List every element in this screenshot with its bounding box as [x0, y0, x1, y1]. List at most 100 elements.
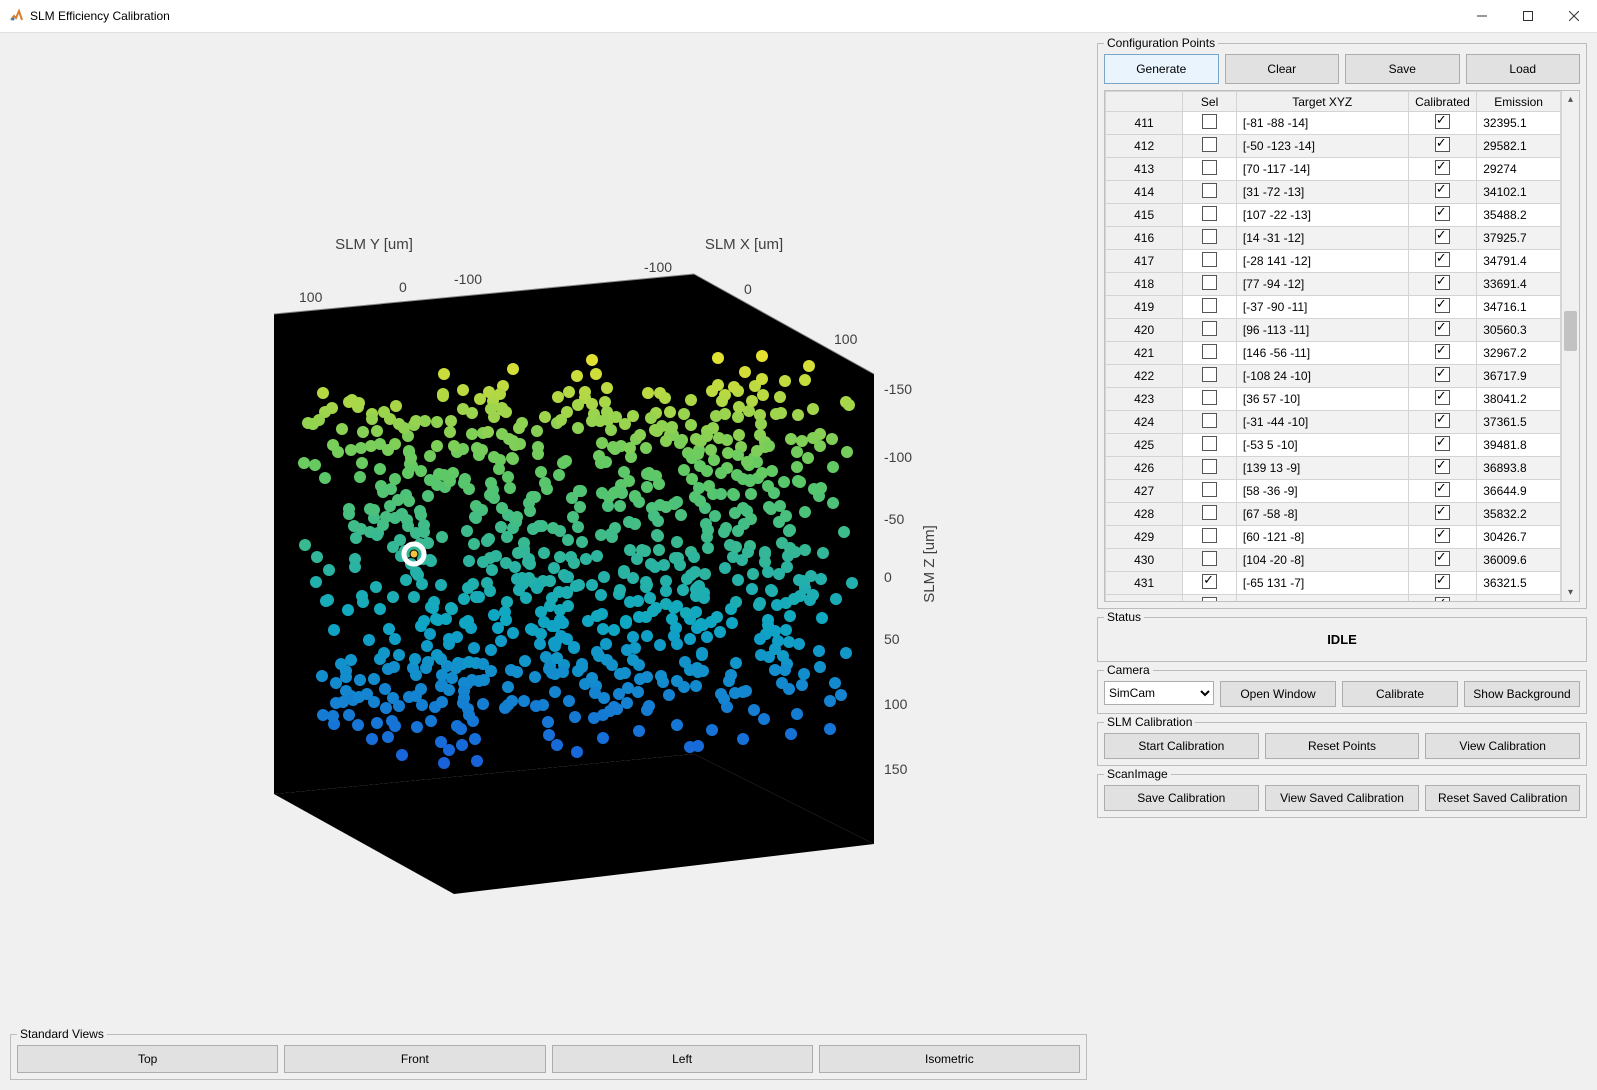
sel-checkbox[interactable]: [1183, 457, 1237, 480]
sel-checkbox[interactable]: [1183, 388, 1237, 411]
table-row[interactable]: 427[58 -36 -9]36644.9: [1106, 480, 1561, 503]
table-row[interactable]: 429[60 -121 -8]30426.7: [1106, 526, 1561, 549]
calibrate-button[interactable]: Calibrate: [1342, 681, 1458, 707]
table-row[interactable]: 415[107 -22 -13]35488.2: [1106, 204, 1561, 227]
target-xyz-cell[interactable]: [77 -94 -12]: [1236, 273, 1408, 296]
calibrated-checkbox[interactable]: [1408, 503, 1477, 526]
sel-checkbox[interactable]: [1183, 204, 1237, 227]
sel-checkbox[interactable]: [1183, 158, 1237, 181]
calibrated-checkbox[interactable]: [1408, 388, 1477, 411]
table-row[interactable]: 425[-53 5 -10]39481.8: [1106, 434, 1561, 457]
target-xyz-cell[interactable]: [14 -31 -12]: [1236, 227, 1408, 250]
generate-button[interactable]: Generate: [1104, 54, 1219, 84]
sel-checkbox[interactable]: [1183, 572, 1237, 595]
reset-saved-calibration-button[interactable]: Reset Saved Calibration: [1425, 785, 1580, 811]
load-button[interactable]: Load: [1466, 54, 1581, 84]
target-xyz-cell[interactable]: [70 -117 -14]: [1236, 158, 1408, 181]
table-row[interactable]: 419[-37 -90 -11]34716.1: [1106, 296, 1561, 319]
table-row[interactable]: 420[96 -113 -11]30560.3: [1106, 319, 1561, 342]
sel-checkbox[interactable]: [1183, 227, 1237, 250]
target-xyz-cell[interactable]: [146 -56 -11]: [1236, 342, 1408, 365]
table-row[interactable]: 426[139 13 -9]36893.8: [1106, 457, 1561, 480]
calibrated-checkbox[interactable]: [1408, 365, 1477, 388]
target-xyz-cell[interactable]: [31 -72 -13]: [1236, 181, 1408, 204]
clear-button[interactable]: Clear: [1225, 54, 1340, 84]
calibrated-checkbox[interactable]: [1408, 319, 1477, 342]
sel-checkbox[interactable]: [1183, 526, 1237, 549]
calibrated-checkbox[interactable]: [1408, 250, 1477, 273]
target-xyz-cell[interactable]: [60 -121 -8]: [1236, 526, 1408, 549]
table-row[interactable]: 414[31 -72 -13]34102.1: [1106, 181, 1561, 204]
sel-checkbox[interactable]: [1183, 273, 1237, 296]
scroll-up-icon[interactable]: ▴: [1562, 91, 1579, 108]
target-xyz-cell[interactable]: [107 -22 -13]: [1236, 204, 1408, 227]
calibrated-checkbox[interactable]: [1408, 480, 1477, 503]
view-front-button[interactable]: Front: [284, 1045, 545, 1073]
calibrated-checkbox[interactable]: [1408, 273, 1477, 296]
calibrated-checkbox[interactable]: [1408, 227, 1477, 250]
show-background-button[interactable]: Show Background: [1464, 681, 1580, 707]
close-button[interactable]: [1551, 0, 1597, 32]
target-xyz-cell[interactable]: [-81 -88 -14]: [1236, 112, 1408, 135]
table-row[interactable]: 416[14 -31 -12]37925.7: [1106, 227, 1561, 250]
target-xyz-cell[interactable]: [-28 141 -12]: [1236, 250, 1408, 273]
view-top-button[interactable]: Top: [17, 1045, 278, 1073]
calibrated-checkbox[interactable]: [1408, 595, 1477, 602]
reset-points-button[interactable]: Reset Points: [1265, 733, 1420, 759]
calibrated-checkbox[interactable]: [1408, 549, 1477, 572]
sel-checkbox[interactable]: [1183, 595, 1237, 602]
sel-checkbox[interactable]: [1183, 342, 1237, 365]
table-row[interactable]: 432[-127 111 -7]32898.6: [1106, 595, 1561, 602]
calibrated-checkbox[interactable]: [1408, 181, 1477, 204]
sel-checkbox[interactable]: [1183, 250, 1237, 273]
calibrated-checkbox[interactable]: [1408, 526, 1477, 549]
target-xyz-cell[interactable]: [67 -58 -8]: [1236, 503, 1408, 526]
table-row[interactable]: 430[104 -20 -8]36009.6: [1106, 549, 1561, 572]
table-row[interactable]: 422[-108 24 -10]36717.9: [1106, 365, 1561, 388]
sel-checkbox[interactable]: [1183, 135, 1237, 158]
camera-select[interactable]: SimCam: [1104, 681, 1214, 705]
calibrated-checkbox[interactable]: [1408, 342, 1477, 365]
sel-checkbox[interactable]: [1183, 503, 1237, 526]
calibrated-checkbox[interactable]: [1408, 204, 1477, 227]
start-calibration-button[interactable]: Start Calibration: [1104, 733, 1259, 759]
table-row[interactable]: 428[67 -58 -8]35832.2: [1106, 503, 1561, 526]
target-xyz-cell[interactable]: [36 57 -10]: [1236, 388, 1408, 411]
maximize-button[interactable]: [1505, 0, 1551, 32]
target-xyz-cell[interactable]: [139 13 -9]: [1236, 457, 1408, 480]
calibrated-checkbox[interactable]: [1408, 434, 1477, 457]
minimize-button[interactable]: [1459, 0, 1505, 32]
table-row[interactable]: 418[77 -94 -12]33691.4: [1106, 273, 1561, 296]
save-button[interactable]: Save: [1345, 54, 1460, 84]
calibrated-checkbox[interactable]: [1408, 572, 1477, 595]
table-scrollbar[interactable]: ▴ ▾: [1561, 91, 1579, 601]
sel-checkbox[interactable]: [1183, 365, 1237, 388]
table-row[interactable]: 411[-81 -88 -14]32395.1: [1106, 112, 1561, 135]
target-xyz-cell[interactable]: [96 -113 -11]: [1236, 319, 1408, 342]
calibrated-checkbox[interactable]: [1408, 457, 1477, 480]
scroll-down-icon[interactable]: ▾: [1562, 584, 1579, 601]
sel-checkbox[interactable]: [1183, 549, 1237, 572]
view-isometric-button[interactable]: Isometric: [819, 1045, 1080, 1073]
sel-checkbox[interactable]: [1183, 296, 1237, 319]
sel-checkbox[interactable]: [1183, 480, 1237, 503]
view-calibration-button[interactable]: View Calibration: [1425, 733, 1580, 759]
table-row[interactable]: 431[-65 131 -7]36321.5: [1106, 572, 1561, 595]
sel-checkbox[interactable]: [1183, 181, 1237, 204]
target-xyz-cell[interactable]: [-50 -123 -14]: [1236, 135, 1408, 158]
sel-checkbox[interactable]: [1183, 319, 1237, 342]
open-window-button[interactable]: Open Window: [1220, 681, 1336, 707]
target-xyz-cell[interactable]: [-127 111 -7]: [1236, 595, 1408, 602]
table-row[interactable]: 412[-50 -123 -14]29582.1: [1106, 135, 1561, 158]
view-saved-calibration-button[interactable]: View Saved Calibration: [1265, 785, 1420, 811]
table-row[interactable]: 413[70 -117 -14]29274: [1106, 158, 1561, 181]
sel-checkbox[interactable]: [1183, 112, 1237, 135]
table-row[interactable]: 417[-28 141 -12]34791.4: [1106, 250, 1561, 273]
points-table[interactable]: Sel Target XYZ Calibrated Emission 411[-…: [1105, 91, 1561, 601]
table-row[interactable]: 421[146 -56 -11]32967.2: [1106, 342, 1561, 365]
sel-checkbox[interactable]: [1183, 411, 1237, 434]
target-xyz-cell[interactable]: [58 -36 -9]: [1236, 480, 1408, 503]
calibrated-checkbox[interactable]: [1408, 411, 1477, 434]
calibrated-checkbox[interactable]: [1408, 296, 1477, 319]
target-xyz-cell[interactable]: [-37 -90 -11]: [1236, 296, 1408, 319]
